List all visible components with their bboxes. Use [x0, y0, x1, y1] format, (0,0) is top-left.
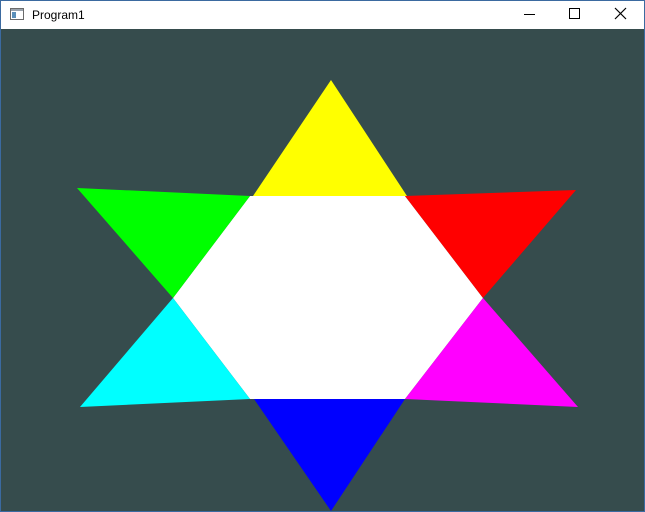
maximize-icon	[569, 8, 580, 19]
minimize-button[interactable]	[507, 1, 552, 29]
star-drawing	[77, 80, 578, 511]
close-icon	[614, 7, 627, 20]
title-bar[interactable]: Program1	[1, 1, 644, 29]
close-button[interactable]	[598, 1, 643, 29]
maximize-button[interactable]	[552, 1, 597, 29]
app-window: Program1	[0, 0, 645, 512]
triangle-top	[253, 80, 407, 196]
window-title: Program1	[32, 8, 85, 22]
application-icon[interactable]	[10, 7, 24, 21]
render-canvas[interactable]	[1, 29, 644, 511]
minimize-icon	[524, 14, 535, 15]
triangle-bottom	[254, 399, 405, 511]
